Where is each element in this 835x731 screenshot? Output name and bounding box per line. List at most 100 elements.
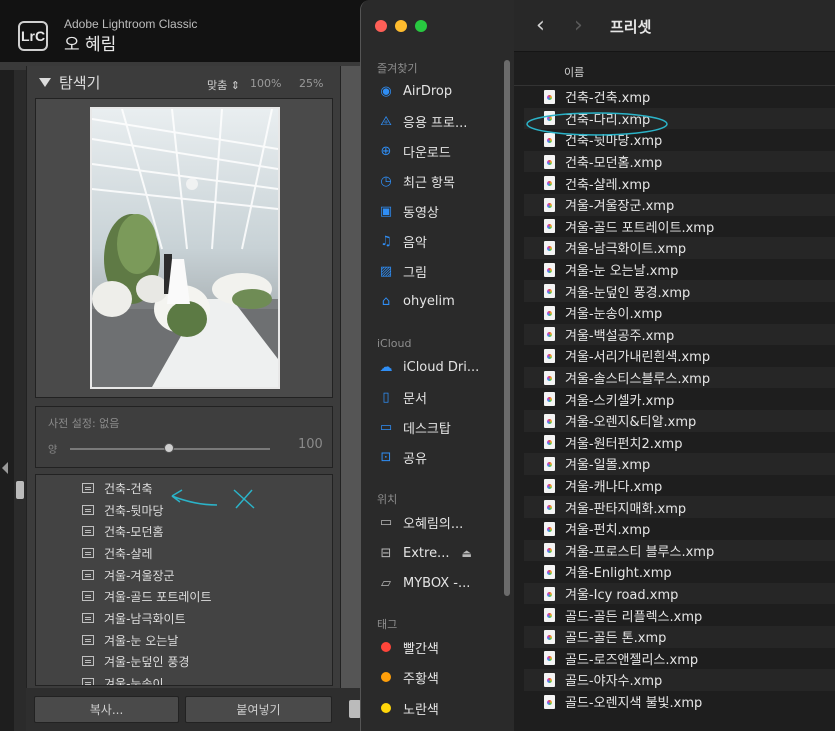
sidebar-item-music[interactable]: ♫ 음악 xyxy=(377,230,502,252)
preset-item[interactable]: 겨울-눈송이 xyxy=(82,674,164,685)
applications-icon: ⨹ xyxy=(380,113,392,129)
file-row[interactable]: 겨울-백설공주.xmp xyxy=(524,323,835,346)
file-row[interactable]: 건축-다리.xmp xyxy=(524,107,835,130)
file-row[interactable]: 겨울-눈송이.xmp xyxy=(524,302,835,324)
file-row[interactable]: 겨울-눈덮인 풍경.xmp xyxy=(524,280,835,302)
file-row[interactable]: 겨울-펀치.xmp xyxy=(524,518,835,540)
file-row[interactable]: 겨울-솔스티스블루스.xmp xyxy=(524,366,835,389)
preset-item[interactable]: 겨울-눈덮인 풍경 xyxy=(82,652,189,670)
sidebar-item-icloud-drive[interactable]: ☁ iCloud Dri... xyxy=(377,356,502,378)
file-row[interactable]: 겨울-Icy road.xmp xyxy=(524,582,835,605)
sidebar-item-airdrop[interactable]: ◉ AirDrop xyxy=(377,80,502,102)
preset-item[interactable]: 건축-뒷마당 xyxy=(82,501,164,519)
file-row[interactable]: 건축-뒷마당.xmp xyxy=(524,129,835,151)
computer-icon: ▭ xyxy=(379,514,393,530)
sidebar-item-tag-orange[interactable]: 주황색 xyxy=(377,666,502,688)
file-row[interactable]: 겨울-오렌지&티알.xmp xyxy=(524,410,835,432)
preset-icon xyxy=(82,613,94,623)
file-row[interactable]: 겨울-겨울장군.xmp xyxy=(524,194,835,216)
file-row[interactable]: 겨울-프로스티 블루스.xmp xyxy=(524,539,835,562)
file-row[interactable]: 골드-골든 톤.xmp xyxy=(524,626,835,648)
sidebar-item-movies[interactable]: ▣ 동영상 xyxy=(377,200,502,222)
airdrop-icon: ◉ xyxy=(380,83,392,99)
file-row[interactable]: 골드-골든 리플렉스.xmp xyxy=(524,604,835,626)
file-row[interactable]: 겨울-원터펀치2.xmp xyxy=(524,432,835,454)
sidebar-item-downloads[interactable]: ⊕ 다운로드 xyxy=(377,140,502,162)
file-row[interactable]: 겨울-눈 오는날.xmp xyxy=(524,259,835,281)
minimize-window-button[interactable] xyxy=(395,20,407,32)
xmp-file-icon xyxy=(544,284,555,299)
xmp-file-icon xyxy=(544,564,555,579)
xmp-file-icon xyxy=(544,327,555,342)
preset-item[interactable]: 건축-건축 xyxy=(82,479,153,497)
file-row[interactable]: 골드-야자수.xmp xyxy=(524,669,835,691)
file-row[interactable]: 겨울-스키셀카.xmp xyxy=(524,388,835,410)
file-row[interactable]: 겨울-Enlight.xmp xyxy=(524,561,835,583)
disclosure-triangle-icon[interactable] xyxy=(39,78,51,87)
sidebar-item-home[interactable]: ⌂ ohyelim xyxy=(377,290,502,312)
zoom-25-option[interactable]: 25% xyxy=(299,77,323,90)
file-row[interactable]: 겨울-캐나다.xmp xyxy=(524,475,835,497)
user-name: 오 혜림 xyxy=(64,35,117,55)
photo-preview[interactable] xyxy=(90,107,280,389)
copy-button[interactable]: 복사... xyxy=(34,696,179,723)
icloud-section-label: iCloud xyxy=(377,337,412,350)
sidebar-item-tag-red[interactable]: 빨간색 xyxy=(377,636,502,658)
column-header[interactable]: 이름 xyxy=(514,52,835,86)
collapse-left-arrow-icon[interactable] xyxy=(2,462,8,474)
file-row[interactable]: 골드-오렌지색 불빛.xmp xyxy=(524,691,835,713)
name-column-header[interactable]: 이름 xyxy=(564,64,584,80)
preset-item[interactable]: 겨울-골드 포트레이트 xyxy=(82,587,212,605)
sidebar-item-label: 주황색 xyxy=(403,671,439,687)
forward-chevron-icon[interactable]: › xyxy=(574,13,583,38)
file-row[interactable]: 겨울-판타지매화.xmp xyxy=(524,496,835,518)
sidebar-item-label: 다운로드 xyxy=(403,145,451,161)
amount-slider-thumb[interactable] xyxy=(164,443,174,453)
tag-orange-icon xyxy=(377,668,395,686)
sidebar-item-shared[interactable]: ⊡ 공유 xyxy=(377,446,502,468)
sidebar-scrollbar[interactable] xyxy=(504,60,510,596)
eject-icon[interactable]: ⏏ xyxy=(461,547,471,560)
close-window-button[interactable] xyxy=(375,20,387,32)
back-chevron-icon[interactable]: ‹ xyxy=(536,13,545,38)
preset-item[interactable]: 겨울-겨울장군 xyxy=(82,566,175,584)
zoom-fit-option[interactable]: 맞춤 ⇕ xyxy=(207,77,240,93)
left-panel-edge[interactable] xyxy=(0,70,14,731)
tag-dot xyxy=(381,642,391,652)
preset-item[interactable]: 건축-샬레 xyxy=(82,544,153,562)
preset-amount-panel: 사전 설정: 없음 양 100 xyxy=(35,406,333,468)
sidebar-item-computer[interactable]: ▭ 오혜림의... xyxy=(377,511,502,533)
xmp-file-icon xyxy=(544,435,555,450)
sidebar-item-mybox[interactable]: ▱ MYBOX -... xyxy=(377,572,502,594)
sidebar-item-recents[interactable]: ◷ 최근 항목 xyxy=(377,170,502,192)
zoom-100-option[interactable]: 100% xyxy=(250,77,281,90)
navigator-preview[interactable] xyxy=(35,98,333,398)
file-row[interactable]: 겨울-서리가내린흰색.xmp xyxy=(524,345,835,367)
sidebar-item-pictures[interactable]: ▨ 그림 xyxy=(377,260,502,282)
preset-item[interactable]: 겨울-눈 오는날 xyxy=(82,631,178,649)
sidebar-item-documents[interactable]: ▯ 문서 xyxy=(377,386,502,408)
file-row[interactable]: 건축-건축.xmp xyxy=(524,86,835,108)
sidebar-item-applications[interactable]: ⨹ 응용 프로... xyxy=(377,110,502,132)
sidebar-item-desktop[interactable]: ▭ 데스크탑 xyxy=(377,416,502,438)
navigator-title: 탐색기 xyxy=(59,74,101,92)
app-name: Adobe Lightroom Classic xyxy=(64,17,198,31)
file-row[interactable]: 건축-샬레.xmp xyxy=(524,172,835,194)
paste-button[interactable]: 붙여넣기 xyxy=(185,696,332,723)
file-name: 겨울-스키셀카.xmp xyxy=(565,393,675,409)
maximize-window-button[interactable] xyxy=(415,20,427,32)
sidebar-item-external-drive[interactable]: ⊟ Extre... ⏏ xyxy=(377,542,502,564)
file-row[interactable]: 겨울-일몰.xmp xyxy=(524,453,835,475)
file-name: 건축-다리.xmp xyxy=(565,112,651,128)
file-row[interactable]: 골드-로즈앤젤리스.xmp xyxy=(524,648,835,670)
favorites-section-label: 즐겨찾기 xyxy=(377,62,418,75)
navigator-header[interactable]: 탐색기 맞춤 ⇕ 100% 25% xyxy=(39,70,337,96)
left-panel-scrollbar[interactable] xyxy=(16,481,24,499)
file-row[interactable]: 겨울-남극화이트.xmp xyxy=(524,237,835,259)
sidebar-item-tag-yellow[interactable]: 노란색 xyxy=(377,697,502,719)
preset-item[interactable]: 겨울-남극화이트 xyxy=(82,609,186,627)
file-row[interactable]: 건축-모던홈.xmp xyxy=(524,150,835,173)
xmp-file-icon xyxy=(544,348,555,363)
file-row[interactable]: 겨울-골드 포트레이트.xmp xyxy=(524,216,835,238)
preset-item[interactable]: 건축-모던홈 xyxy=(82,522,164,540)
